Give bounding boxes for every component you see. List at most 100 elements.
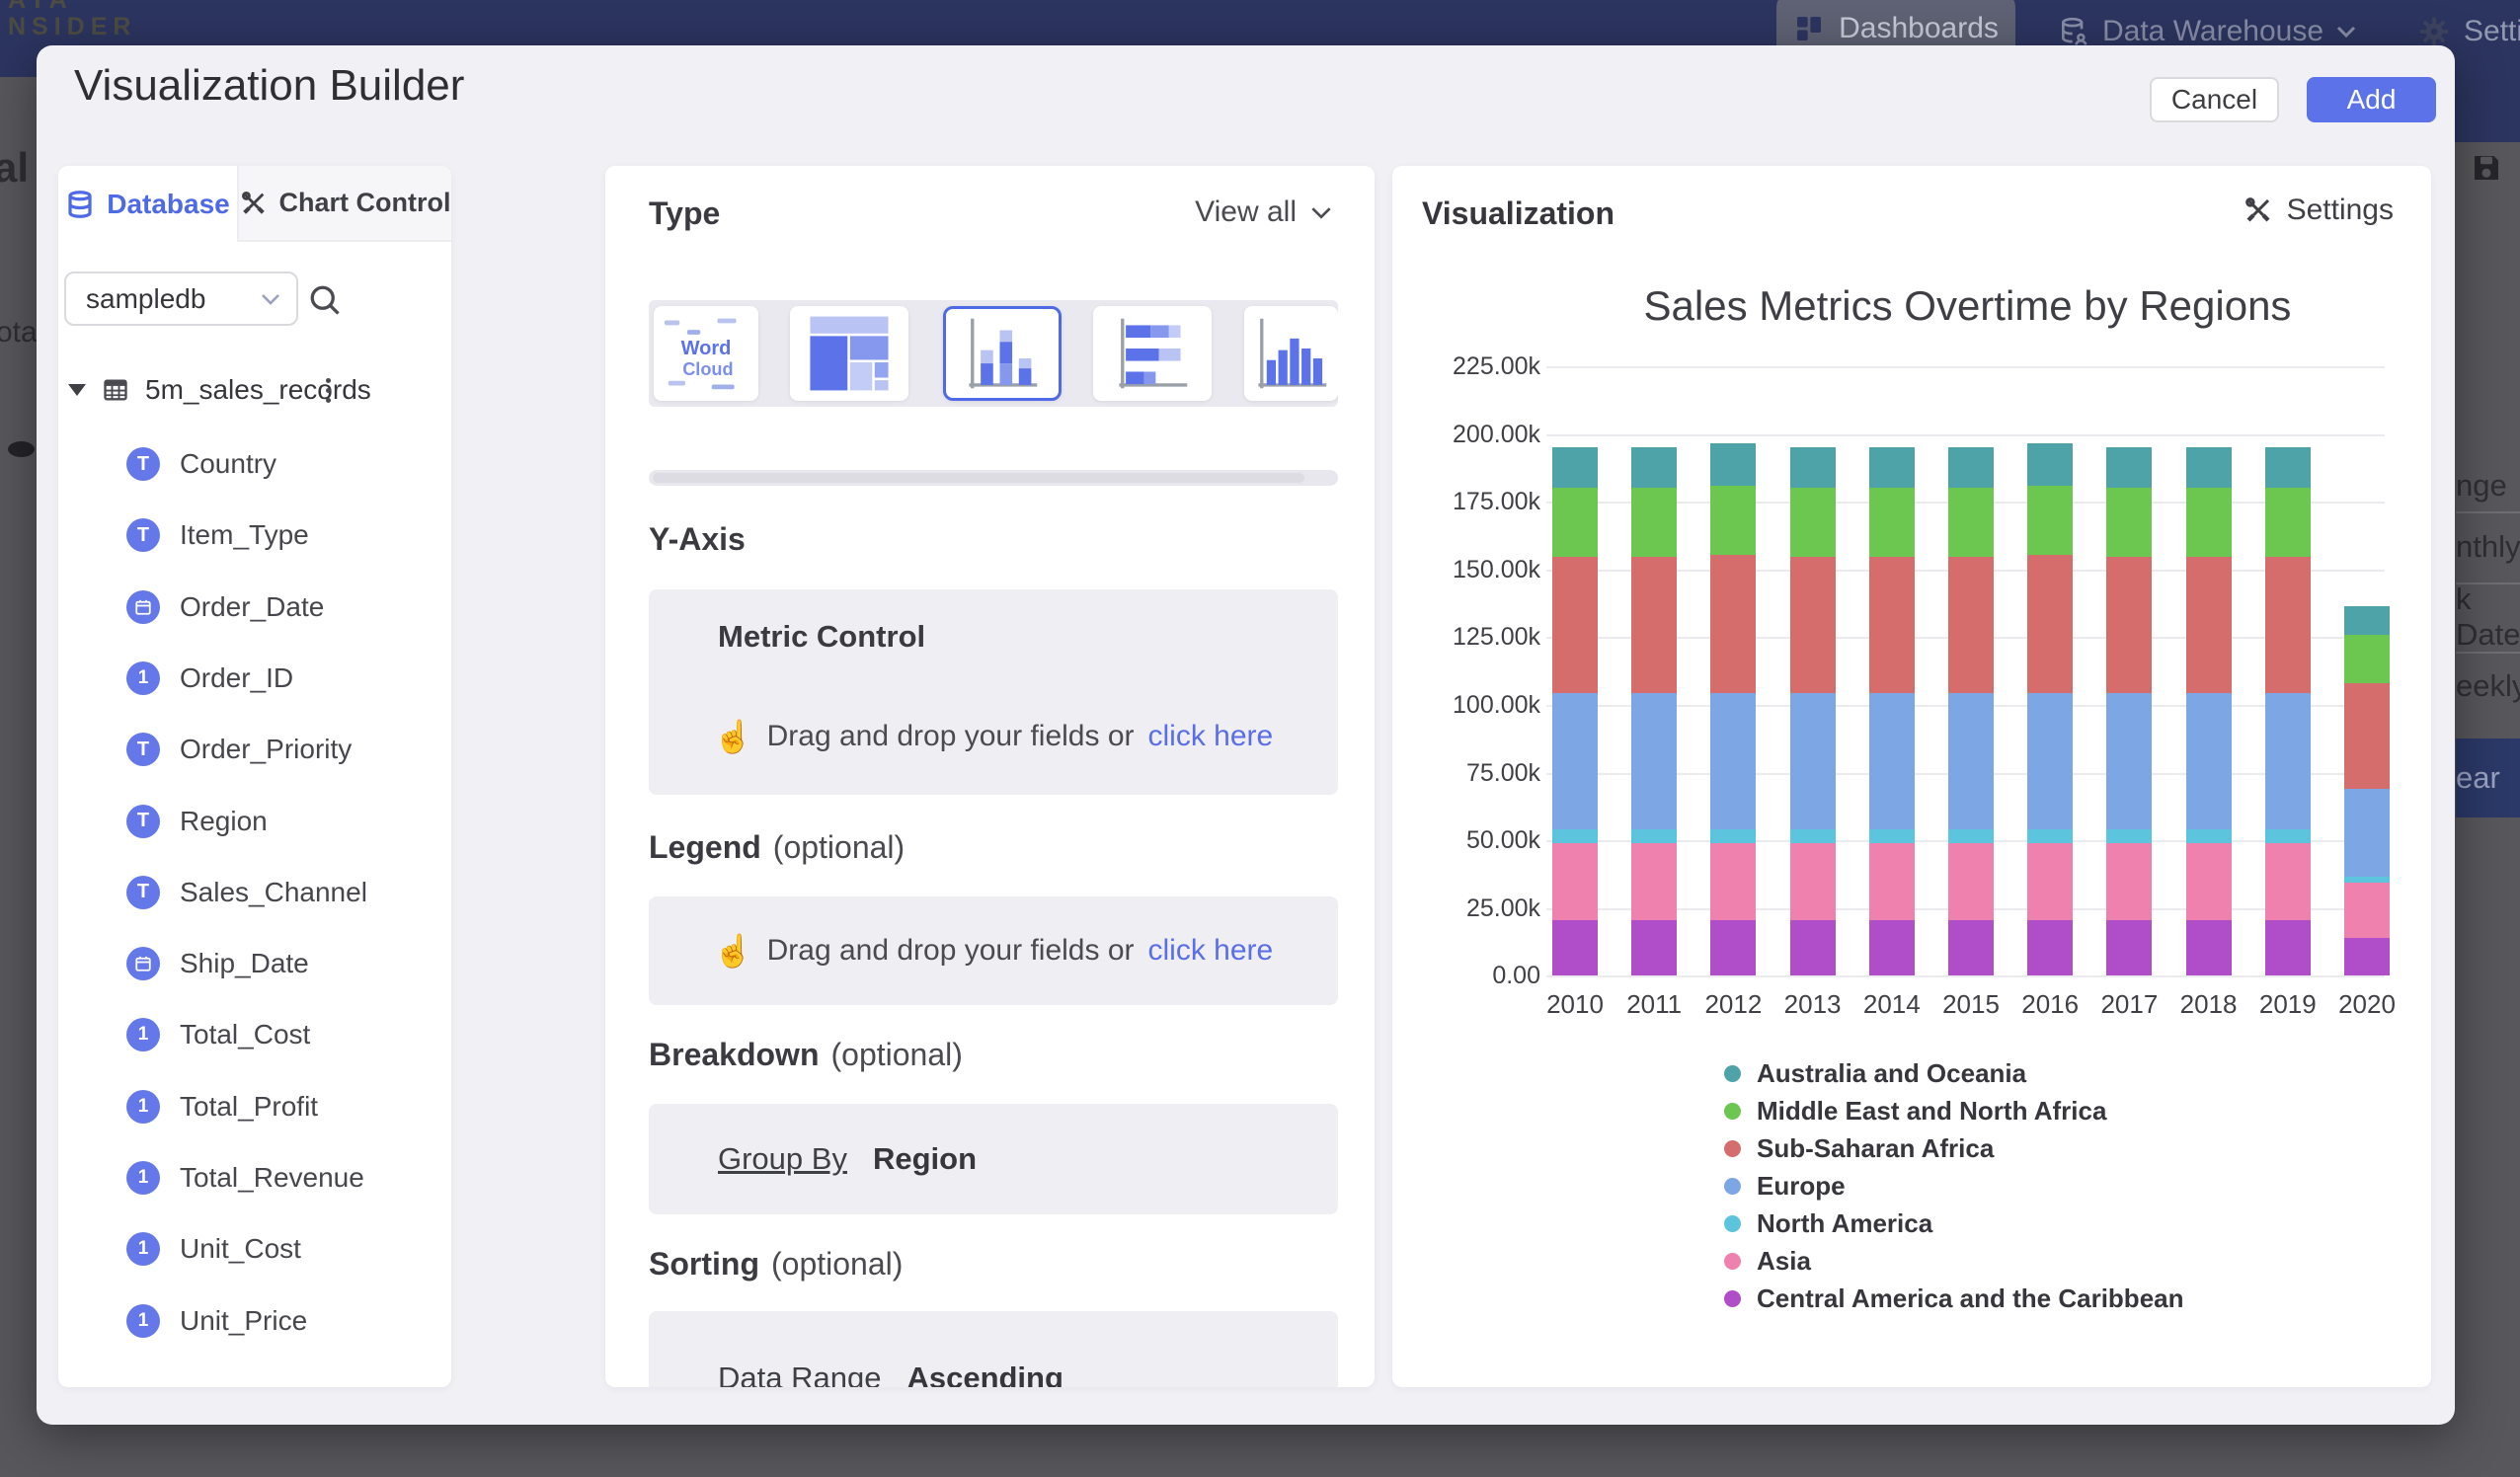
field-item-country[interactable]: TCountry: [126, 444, 441, 484]
save-icon[interactable]: [2469, 150, 2504, 186]
chart-type-treemap[interactable]: [790, 306, 908, 401]
data-warehouse-icon: [2058, 16, 2089, 47]
chart-type-column[interactable]: [1244, 306, 1338, 401]
chart-type-word-cloud[interactable]: Word Cloud: [654, 306, 758, 401]
bar-segment: [2186, 693, 2232, 830]
backdrop-menu-item[interactable]: k Date: [2456, 583, 2520, 652]
field-item-total_cost[interactable]: 1Total_Cost: [126, 1015, 441, 1054]
legend-label: Middle East and North Africa: [1757, 1096, 2106, 1127]
x-axis-tick-label: 2015: [1931, 989, 2010, 1020]
x-axis-tick-label: 2019: [2248, 989, 2327, 1020]
field-item-order_id[interactable]: 1Order_ID: [126, 659, 441, 698]
kebab-menu-icon[interactable]: [313, 370, 343, 410]
legend-item-6[interactable]: Central America and the Caribbean: [1724, 1280, 2184, 1317]
field-item-region[interactable]: TRegion: [126, 802, 441, 841]
click-here-link[interactable]: click here: [1148, 934, 1274, 968]
chart-type-stacked-column[interactable]: [943, 306, 1062, 401]
legend-item-4[interactable]: North America: [1724, 1205, 1932, 1242]
breakdown-box[interactable]: Group By Region: [649, 1104, 1338, 1214]
click-here-link[interactable]: click here: [1148, 720, 1274, 753]
y-axis-tick-label: 150.00k: [1392, 556, 1540, 584]
legend-item-2[interactable]: Sub-Saharan Africa: [1724, 1129, 1994, 1167]
cancel-button[interactable]: Cancel: [2150, 77, 2279, 122]
field-label: Unit_Price: [180, 1305, 307, 1337]
x-axis-tick-label: 2012: [1693, 989, 1772, 1020]
bar-segment: [1869, 920, 1915, 975]
bar-segment: [1631, 693, 1677, 830]
table-tree-row[interactable]: 5m_sales_records: [68, 370, 443, 410]
field-item-total_revenue[interactable]: 1Total_Revenue: [126, 1158, 441, 1198]
tools-icon: [2244, 195, 2273, 225]
backdrop-text-fragment: al: [0, 144, 29, 192]
y-axis-tick-label: 125.00k: [1392, 623, 1540, 652]
database-select[interactable]: sampledb: [64, 272, 298, 326]
legend-item-5[interactable]: Asia: [1724, 1242, 1811, 1280]
field-item-sales_channel[interactable]: TSales_Channel: [126, 873, 441, 912]
chart-type-scrollbar[interactable]: [649, 470, 1338, 486]
bar-segment: [2106, 557, 2152, 692]
bar-segment: [1948, 557, 1994, 692]
tab-database[interactable]: Database: [58, 166, 237, 242]
backdrop-menu-item[interactable]: nge: [2456, 460, 2520, 511]
bar-segment: [2265, 843, 2311, 920]
bar-segment: [1631, 920, 1677, 975]
legend-dot: [1724, 1290, 1741, 1307]
bar-segment: [2344, 606, 2390, 635]
chevron-down-icon: [2336, 26, 2356, 38]
bar-segment: [1948, 447, 1994, 488]
backdrop-menu-item[interactable]: nthly: [2456, 511, 2520, 583]
nav-label-dashboards: Dashboards: [1839, 12, 1999, 45]
sorting-box[interactable]: Data Range Ascending: [649, 1311, 1338, 1387]
settings-button[interactable]: Settings: [2244, 194, 2394, 227]
view-all-dropdown[interactable]: View all: [1195, 195, 1332, 229]
field-label: Order_Date: [180, 591, 324, 623]
tab-chart-control[interactable]: Chart Control: [237, 166, 451, 242]
svg-text:Word: Word: [681, 338, 732, 359]
field-item-unit_price[interactable]: 1 Unit_Price: [126, 1301, 441, 1341]
field-item-order_date[interactable]: Order_Date: [126, 587, 441, 627]
bar-segment: [1869, 693, 1915, 830]
chart-config-panel: Type View all Word Cloud: [605, 166, 1375, 1387]
backdrop-menu-item[interactable]: ear: [2456, 738, 2520, 817]
field-label: Total_Cost: [180, 1019, 310, 1050]
stacked-bar-2012: [1710, 443, 1756, 975]
tab-chart-control-label: Chart Control: [279, 188, 451, 218]
bar-segment: [2344, 938, 2390, 975]
stacked-bar-2014: [1869, 447, 1915, 975]
legend-dropzone[interactable]: ☝ Drag and drop your fields or click her…: [649, 896, 1338, 1005]
bar-segment: [2106, 843, 2152, 920]
number-field-icon: 1: [126, 1090, 160, 1124]
bar-segment: [1552, 843, 1598, 920]
text-field-icon: T: [126, 805, 160, 838]
field-item-total_profit[interactable]: 1Total_Profit: [126, 1087, 441, 1127]
legend-item-1[interactable]: Middle East and North Africa: [1724, 1092, 2106, 1129]
field-label: Order_Priority: [180, 734, 352, 765]
caret-down-icon[interactable]: [68, 384, 86, 396]
add-button[interactable]: Add: [2307, 77, 2436, 122]
bar-segment: [2265, 557, 2311, 692]
field-item-order_priority[interactable]: TOrder_Priority: [126, 730, 441, 769]
number-field-icon: 1: [126, 1304, 160, 1338]
metric-control-dropzone[interactable]: Metric Control ☝ Drag and drop your fiel…: [649, 589, 1338, 795]
legend-dot: [1724, 1215, 1741, 1232]
group-by-label[interactable]: Group By: [718, 1141, 847, 1177]
field-item-unit_cost[interactable]: 1Unit_Cost: [126, 1229, 441, 1269]
chart-type-stacked-bar[interactable]: [1093, 306, 1212, 401]
settings-label: Settings: [2287, 194, 2394, 227]
stacked-bar-2015: [1948, 447, 1994, 975]
field-item-item_type[interactable]: TItem_Type: [126, 515, 441, 555]
search-icon[interactable]: [307, 282, 343, 318]
y-axis-tick-label: 175.00k: [1392, 488, 1540, 516]
bar-segment: [1948, 693, 1994, 830]
x-axis-tick-label: 2017: [2089, 989, 2168, 1020]
legend-item-3[interactable]: Europe: [1724, 1167, 1846, 1205]
database-panel: Database Chart Control sampledb: [58, 166, 451, 1387]
field-item-ship_date[interactable]: Ship_Date: [126, 944, 441, 983]
bar-segment: [2186, 920, 2232, 975]
legend-item-0[interactable]: Australia and Oceania: [1724, 1054, 2026, 1092]
bar-segment: [2027, 920, 2073, 975]
type-section-title: Type: [649, 195, 720, 232]
bar-segment: [1869, 557, 1915, 692]
backdrop-menu-item[interactable]: eekly: [2456, 652, 2520, 721]
sort-field-label[interactable]: Data Range: [718, 1360, 881, 1387]
